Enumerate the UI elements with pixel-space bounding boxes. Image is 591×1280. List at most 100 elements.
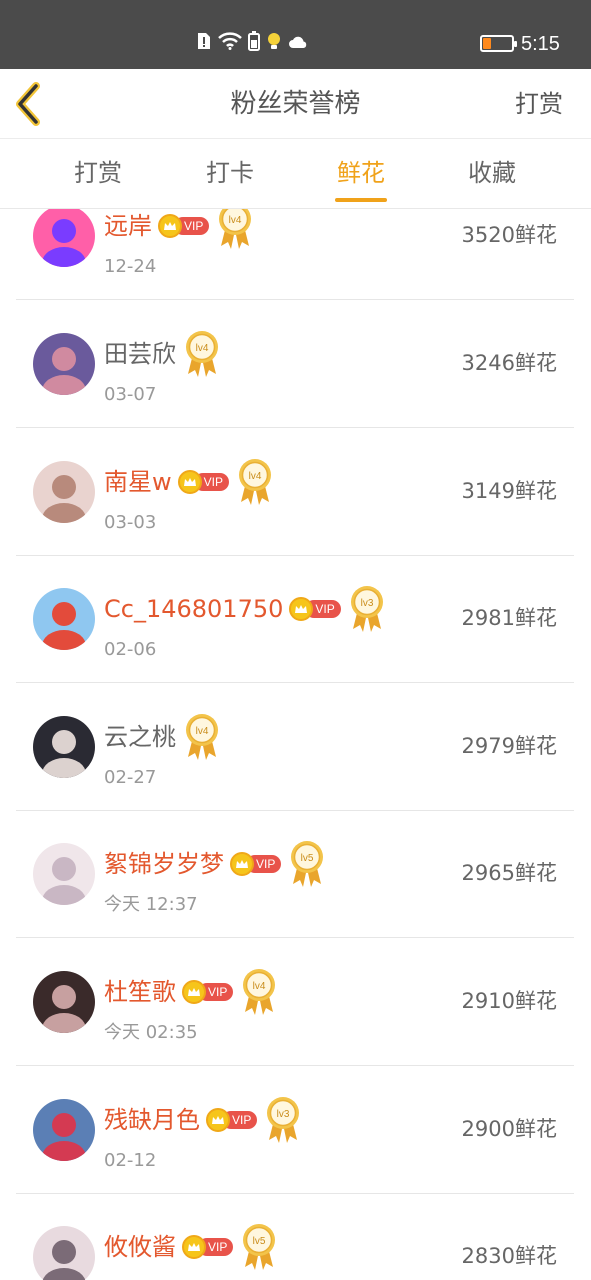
level-medal-icon: lv4 [241,968,277,1016]
avatar[interactable] [33,971,95,1033]
active-tab-indicator [335,198,387,202]
level-medal-icon: lv5 [289,840,325,888]
level-medal-icon: lv3 [349,585,385,633]
flower-count: 2900鲜花 [461,1117,557,1141]
fan-name[interactable]: 残缺月色 [104,1103,200,1137]
avatar[interactable] [33,461,95,523]
fan-name[interactable]: 云之桃 [104,720,176,754]
name-line: 云之桃 lv4 [104,714,220,760]
avatar[interactable] [33,843,95,905]
flower-count: 2981鲜花 [461,606,557,630]
tab-favorites[interactable]: 收藏 [452,156,532,190]
level-label: lv4 [196,343,209,354]
fan-date: 02-27 [104,767,157,788]
alert-icon [196,32,212,56]
fan-name[interactable]: 杜笙歌 [104,975,176,1009]
name-line: 絮锦岁岁梦 VIP lv5 [104,841,325,887]
vip-badge: VIP [182,1235,234,1259]
fan-name[interactable]: 絮锦岁岁梦 [104,847,224,881]
vip-badge: VIP [230,852,282,876]
battery-icon [480,35,517,52]
fan-date: 02-06 [104,639,157,660]
fan-date: 今天 12:37 [104,894,198,915]
level-label: lv5 [301,853,314,864]
tab-tip[interactable]: 打赏 [58,156,138,190]
fan-name[interactable]: 田芸欣 [104,337,176,371]
avatar[interactable] [33,716,95,778]
fan-name[interactable]: Cc_146801750 [104,592,283,626]
status-icons [196,31,308,57]
list-item[interactable]: 杜笙歌 VIP lv4 今天 02:35 2910鲜花 [16,938,574,1066]
clock: 5:15 [521,33,560,55]
level-label: lv5 [253,1236,266,1247]
level-medal-icon: lv4 [184,330,220,378]
level-medal-icon: lv5 [241,1223,277,1271]
crown-icon [182,980,206,1004]
name-line: 田芸欣 lv4 [104,331,220,377]
flower-count: 2965鲜花 [461,861,557,885]
name-line: Cc_146801750 VIP lv3 [104,586,385,632]
tip-button[interactable]: 打赏 [515,87,563,121]
avatar[interactable] [33,209,95,267]
page-title: 粉丝荣誉榜 [230,89,361,119]
header: 粉丝荣誉榜 打赏 [0,69,591,139]
fan-date: 12-24 [104,256,157,277]
crown-icon [230,852,254,876]
level-label: lv4 [196,726,209,737]
fan-ranking-list[interactable]: 远岸 VIP lv4 12-24 3520鲜花 田芸欣 lv4 03-07 3246鲜花 南星w V… [0,209,591,1280]
avatar[interactable] [33,1099,95,1161]
level-label: lv4 [229,215,242,226]
level-medal-icon: lv4 [237,458,273,506]
crown-icon [177,470,202,494]
name-line: 远岸 VIP lv4 [104,209,253,249]
fan-date: 02-12 [104,1150,157,1171]
tab-flowers[interactable]: 鲜花 [321,156,401,190]
list-item[interactable]: 云之桃 lv4 02-27 2979鲜花 [16,683,574,811]
battery-saver-icon [248,31,260,57]
avatar[interactable] [33,588,95,650]
avatar[interactable] [33,333,95,395]
name-line: 残缺月色 VIP lv3 [104,1097,301,1143]
list-item[interactable]: 残缺月色 VIP lv3 02-12 2900鲜花 [16,1066,574,1194]
status-bar: 5:15 [0,0,591,69]
list-item[interactable]: 攸攸酱 VIP lv5 2830鲜花 [16,1193,574,1280]
level-medal-icon: lv4 [184,713,220,761]
battery-level [483,38,491,49]
fan-date: 03-03 [104,512,157,533]
list-item[interactable]: 田芸欣 lv4 03-07 3246鲜花 [16,300,574,428]
list-item[interactable]: 远岸 VIP lv4 12-24 3520鲜花 [16,209,574,300]
wifi-icon [218,32,242,56]
fan-name[interactable]: 远岸 [104,209,152,243]
level-label: lv3 [360,598,373,609]
vip-badge: VIP [182,980,234,1004]
flower-count: 2910鲜花 [461,989,557,1013]
avatar[interactable] [33,1226,95,1280]
fan-name[interactable]: 攸攸酱 [104,1230,176,1264]
crown-icon [206,1108,230,1132]
level-medal-icon: lv4 [217,209,253,250]
tab-checkin[interactable]: 打卡 [190,156,270,190]
flower-count: 3246鲜花 [461,351,557,375]
bulb-icon [266,32,282,56]
crown-icon [182,1235,206,1259]
level-label: lv4 [253,981,266,992]
crown-icon [158,214,182,238]
list-item[interactable]: 絮锦岁岁梦 VIP lv5 今天 12:37 2965鲜花 [16,810,574,938]
list-item[interactable]: 南星w VIP lv4 03-03 3149鲜花 [16,428,574,556]
fan-name[interactable]: 南星w [104,465,172,499]
level-medal-icon: lv3 [265,1096,301,1144]
tab-bar: 打赏 打卡 鲜花 收藏 [0,139,591,209]
fan-date: 今天 02:35 [104,1022,198,1043]
vip-badge: VIP [158,214,210,238]
flower-count: 3520鲜花 [461,223,557,247]
name-line: 南星w VIP lv4 [104,459,273,505]
list-item[interactable]: Cc_146801750 VIP lv3 02-06 2981鲜花 [16,555,574,683]
cloud-icon [288,33,308,55]
vip-badge: VIP [206,1108,258,1132]
flower-count: 2830鲜花 [461,1244,557,1268]
flower-count: 3149鲜花 [461,479,557,503]
name-line: 攸攸酱 VIP lv5 [104,1224,277,1270]
fan-date: 03-07 [104,384,157,405]
level-label: lv3 [277,1109,290,1120]
flower-count: 2979鲜花 [461,734,557,758]
